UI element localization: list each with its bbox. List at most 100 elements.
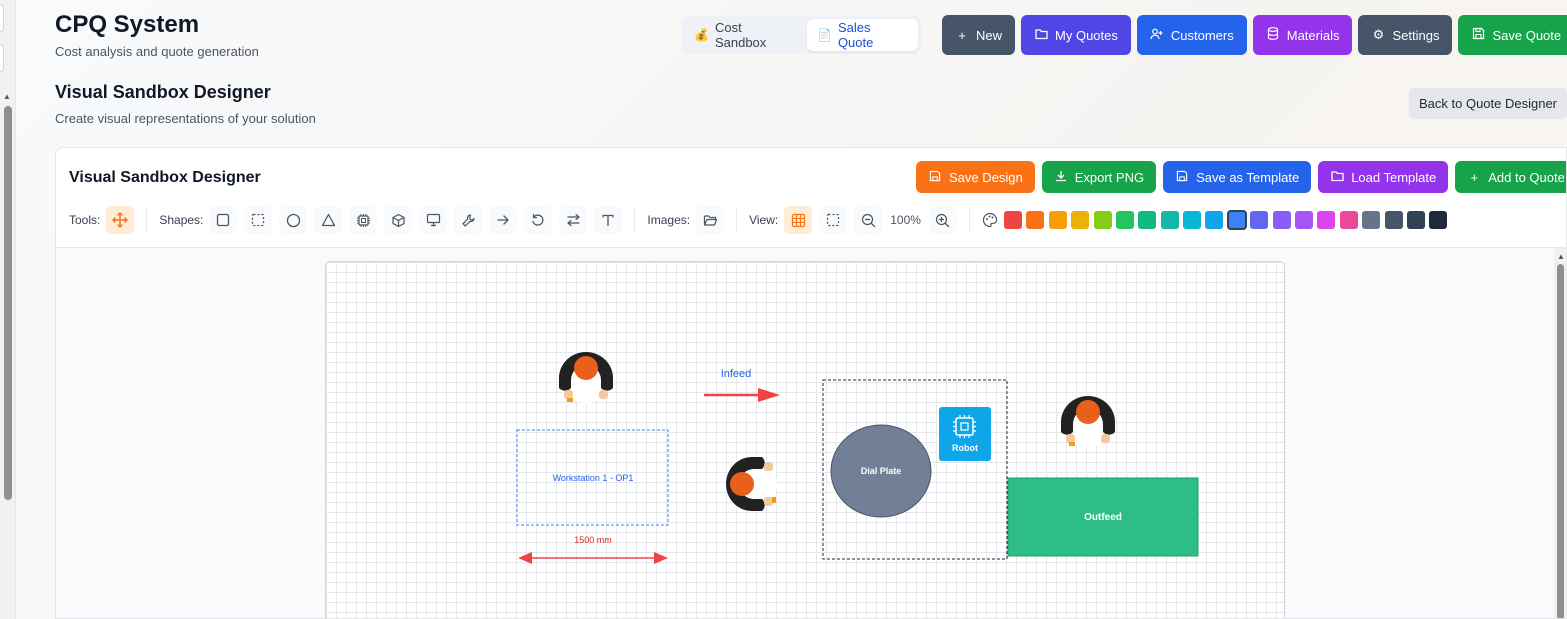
color-swatch[interactable] [1115, 211, 1134, 229]
zoom-in-icon [936, 213, 950, 227]
dashed-square-icon [827, 213, 840, 227]
customers-button[interactable]: Customers [1136, 15, 1247, 55]
canvas-scrollbar[interactable]: ▲ [1554, 248, 1566, 618]
color-swatch[interactable] [1384, 211, 1403, 229]
toolbar-divider [634, 207, 636, 233]
left-edge-tab[interactable] [0, 4, 4, 32]
my-quotes-button[interactable]: My Quotes [1021, 15, 1131, 55]
triangle-icon [321, 213, 336, 227]
infeed-arrow[interactable] [704, 388, 780, 402]
chip-tool[interactable] [349, 206, 378, 234]
snap-toggle[interactable] [819, 206, 848, 234]
toolbar-divider [968, 207, 970, 233]
color-swatch[interactable] [1026, 211, 1045, 229]
dimension-label: 1500 mm [574, 535, 612, 545]
operator-icon[interactable] [558, 352, 614, 403]
dial-plate-label: Dial Plate [861, 466, 902, 476]
color-swatch[interactable] [1339, 211, 1358, 229]
app-title: CPQ System [55, 11, 200, 38]
monitor-tool[interactable] [419, 206, 448, 234]
scroll-up-arrow-icon[interactable]: ▲ [3, 92, 11, 101]
color-swatch[interactable] [1362, 211, 1381, 229]
color-swatch[interactable] [1003, 211, 1022, 229]
canvas-workspace: Infeed Workstation 1 - OP1 1500 mm Dial … [56, 248, 1566, 618]
new-button[interactable]: + New [942, 15, 1016, 55]
materials-button[interactable]: Materials [1252, 15, 1353, 55]
color-swatch[interactable] [1205, 211, 1224, 229]
export-png-button[interactable]: Export PNG [1041, 161, 1157, 193]
toolbar-divider [736, 207, 738, 233]
color-swatch[interactable] [1226, 210, 1247, 230]
zoom-out-icon [861, 213, 875, 227]
color-swatch[interactable] [1429, 211, 1448, 229]
cube-icon [392, 213, 405, 227]
header-actions: + New My Quotes Customers Materials ⚙ Se… [942, 15, 1567, 55]
color-swatch[interactable] [1071, 211, 1090, 229]
canvas-scrollbar-thumb[interactable] [1557, 264, 1564, 618]
tab-sales-quote[interactable]: 📄 Sales Quote [806, 19, 918, 51]
color-swatch[interactable] [1295, 211, 1314, 229]
dimension-arrow[interactable] [518, 552, 668, 564]
save-icon [1471, 27, 1485, 43]
open-image-tool[interactable] [696, 206, 725, 234]
circle-tool[interactable] [279, 206, 308, 234]
color-swatch[interactable] [1138, 211, 1157, 229]
button-label: Load Template [1351, 169, 1437, 185]
save-design-button[interactable]: Save Design [916, 161, 1035, 193]
button-label: My Quotes [1055, 27, 1118, 43]
move-tool[interactable] [106, 206, 135, 234]
arrow-tool[interactable] [489, 206, 518, 234]
database-icon [1266, 27, 1280, 43]
tools-label: Tools: [69, 213, 101, 227]
download-icon [1054, 170, 1068, 185]
cube-tool[interactable] [384, 206, 413, 234]
color-swatch[interactable] [1317, 211, 1336, 229]
plus-icon: + [958, 27, 966, 43]
money-bag-icon: 💰 [694, 28, 709, 42]
folder-icon [1330, 170, 1344, 185]
mode-switch: 💰 Cost Sandbox 📄 Sales Quote [681, 16, 921, 54]
color-swatch[interactable] [1183, 211, 1202, 229]
color-swatch[interactable] [1250, 211, 1269, 229]
color-swatch[interactable] [1406, 211, 1425, 229]
rectangle-tool[interactable] [209, 206, 238, 234]
tab-cost-sandbox[interactable]: 💰 Cost Sandbox [684, 19, 805, 51]
design-canvas[interactable]: Infeed Workstation 1 - OP1 1500 mm Dial … [325, 261, 1285, 618]
designer-toolbar: Tools: Shapes: Images: View: 100% [69, 205, 1452, 235]
color-swatch[interactable] [1272, 211, 1291, 229]
operator-icon[interactable] [1060, 396, 1116, 447]
triangle-tool[interactable] [314, 206, 343, 234]
load-template-button[interactable]: Load Template [1318, 161, 1449, 193]
color-palette [1003, 210, 1452, 230]
dashed-rectangle-icon [252, 213, 265, 227]
swap-tool[interactable] [559, 206, 588, 234]
button-label: Save Design [949, 169, 1023, 185]
rotate-tool[interactable] [524, 206, 553, 234]
color-swatch[interactable] [1093, 211, 1112, 229]
add-to-quote-button[interactable]: + Add to Quote [1455, 161, 1566, 193]
button-label: Settings [1392, 27, 1440, 43]
operator-icon[interactable] [726, 456, 777, 512]
save-as-template-button[interactable]: Save as Template [1163, 161, 1312, 193]
left-edge-tab[interactable] [0, 44, 4, 72]
panel-title: Visual Sandbox Designer [69, 169, 261, 186]
scroll-up-arrow-icon[interactable]: ▲ [1557, 252, 1565, 261]
color-swatch[interactable] [1160, 211, 1179, 229]
zoom-out-button[interactable] [854, 206, 883, 234]
back-to-quote-designer-button[interactable]: Back to Quote Designer [1409, 88, 1567, 119]
rotate-icon [532, 213, 544, 226]
color-swatch[interactable] [1048, 211, 1067, 229]
dashed-rectangle-tool[interactable] [244, 206, 273, 234]
save-quote-button[interactable]: Save Quote [1458, 15, 1567, 55]
page-scrollbar-thumb[interactable] [4, 106, 12, 500]
zoom-in-button[interactable] [928, 206, 957, 234]
wrench-tool[interactable] [454, 206, 483, 234]
arrow-right-icon [497, 215, 510, 225]
chip-icon [356, 213, 370, 227]
text-tool[interactable] [594, 206, 623, 234]
robot-label: Robot [952, 443, 978, 453]
grid-toggle[interactable] [784, 206, 813, 234]
tab-label: Sales Quote [837, 20, 874, 50]
button-label: Materials [1286, 27, 1340, 43]
settings-button[interactable]: ⚙ Settings [1358, 15, 1453, 55]
